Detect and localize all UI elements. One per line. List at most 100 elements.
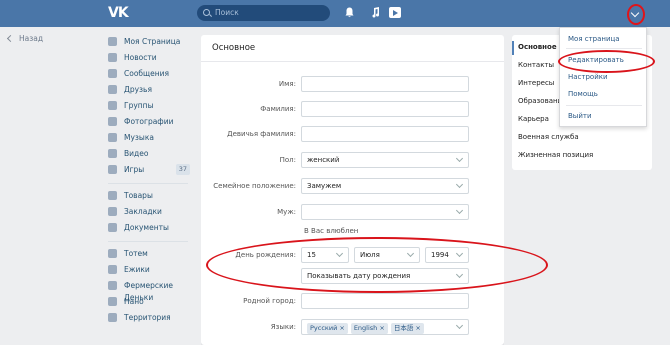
- sidebar-item-label: Группы: [124, 101, 154, 110]
- sidebar-item-groups[interactable]: Группы: [108, 100, 193, 116]
- sidebar-item-label: Закладки: [124, 207, 162, 216]
- messages-icon: [108, 69, 117, 78]
- friends-icon: [108, 85, 117, 94]
- home-icon: [108, 37, 117, 46]
- subnav-item-career[interactable]: Карьера: [518, 115, 549, 123]
- last-name-input[interactable]: [301, 101, 469, 117]
- sidebar-item-app-totem[interactable]: Тотем: [108, 248, 193, 264]
- menu-divider: [566, 105, 642, 106]
- marital-status-value: Замужем: [307, 182, 342, 190]
- vk-logo[interactable]: VK: [108, 5, 129, 21]
- sidebar-item-label: Ежики: [124, 265, 150, 274]
- sidebar-item-label: Новости: [124, 53, 157, 62]
- user-dropdown-menu: Моя страница Редактировать Настройки Пом…: [559, 27, 647, 127]
- language-tag-label: English: [353, 324, 378, 332]
- sidebar-divider: [108, 183, 188, 184]
- sidebar-item-my-page[interactable]: Моя Страница: [108, 36, 193, 52]
- music-icon[interactable]: [371, 7, 380, 22]
- marital-status-select[interactable]: Замужем: [301, 178, 469, 194]
- sidebar-item-label: Моя Страница: [124, 37, 181, 46]
- marital-status-label: Семейное положение:: [213, 182, 296, 190]
- sidebar-item-label: Нано: [124, 297, 144, 306]
- language-tag[interactable]: 日本語 ×: [390, 323, 424, 334]
- gender-select[interactable]: женский: [301, 152, 469, 168]
- subnav-item-life-position[interactable]: Жизненная позиция: [518, 151, 593, 159]
- husband-label: Муж:: [277, 208, 296, 216]
- sidebar-item-label: Сообщения: [124, 69, 170, 78]
- sidebar-item-documents[interactable]: Документы: [108, 222, 193, 238]
- sidebar-item-bookmarks[interactable]: Закладки: [108, 206, 193, 222]
- menu-divider: [566, 48, 642, 49]
- sidebar-item-app-ezhiki[interactable]: Ежики: [108, 264, 193, 280]
- menu-item-settings[interactable]: Настройки: [568, 73, 608, 81]
- menu-item-logout[interactable]: Выйти: [568, 112, 592, 120]
- sidebar-item-friends[interactable]: Друзья: [108, 84, 193, 100]
- maiden-name-input[interactable]: [301, 126, 469, 142]
- annotation-oval-birthday: [206, 237, 548, 293]
- bookmarks-icon: [108, 207, 117, 216]
- menu-item-my-page[interactable]: Моя страница: [568, 35, 620, 43]
- sidebar-item-label: Товары: [124, 191, 153, 200]
- sidebar-item-app-nano[interactable]: Нано: [108, 296, 193, 312]
- chevron-left-icon: [6, 34, 15, 43]
- sidebar-item-news[interactable]: Новости: [108, 52, 193, 68]
- music-icon: [108, 133, 117, 142]
- language-tag-label: 日本語: [393, 324, 414, 332]
- photos-icon: [108, 117, 117, 126]
- subnav-item-contacts[interactable]: Контакты: [518, 61, 554, 69]
- documents-icon: [108, 223, 117, 232]
- back-label: Назад: [19, 34, 44, 43]
- back-link[interactable]: Назад: [6, 34, 44, 43]
- games-icon: [108, 165, 117, 174]
- in-love-text: В Вас влюблен: [304, 227, 359, 235]
- bell-icon[interactable]: [345, 7, 354, 22]
- groups-icon: [108, 101, 117, 110]
- annotation-circle: [627, 4, 645, 25]
- sidebar-item-label: Фотографии: [124, 117, 174, 126]
- languages-label: Языки:: [270, 323, 296, 331]
- gender-value: женский: [307, 156, 340, 164]
- subnav-item-military[interactable]: Военная служба: [518, 133, 579, 141]
- search-input[interactable]: Поиск: [197, 5, 330, 21]
- sidebar-divider: [108, 241, 188, 242]
- app-icon: [108, 249, 117, 258]
- sidebar-item-app-territory[interactable]: Территория: [108, 312, 193, 328]
- sidebar-item-video[interactable]: Видео: [108, 148, 193, 164]
- sidebar-item-goods[interactable]: Товары: [108, 190, 193, 206]
- sidebar-item-games[interactable]: Игры 37: [108, 164, 193, 180]
- language-tag[interactable]: Русский ×: [307, 323, 348, 334]
- sidebar-item-music[interactable]: Музыка: [108, 132, 193, 148]
- sidebar-item-label: Музыка: [124, 133, 154, 142]
- app-icon: [108, 313, 117, 322]
- languages-select[interactable]: Русский × English × 日本語 ×: [301, 319, 469, 335]
- app-icon: [108, 265, 117, 274]
- first-name-input[interactable]: [301, 76, 469, 92]
- sidebar-item-label: Друзья: [124, 85, 152, 94]
- menu-item-help[interactable]: Помощь: [568, 90, 598, 98]
- sidebar-item-messages[interactable]: Сообщения: [108, 68, 193, 84]
- hometown-input[interactable]: [301, 293, 469, 309]
- sidebar-item-label: Видео: [124, 149, 149, 158]
- hometown-label: Родной город:: [243, 297, 296, 305]
- sidebar-item-label: Документы: [124, 223, 169, 232]
- subnav-item-main[interactable]: Основное: [518, 43, 557, 51]
- sidebar-item-app-farm[interactable]: Фермерские Деньки: [108, 280, 193, 302]
- search-placeholder: Поиск: [215, 8, 239, 17]
- left-sidebar: Моя Страница Новости Сообщения Друзья Гр…: [108, 36, 193, 328]
- sidebar-item-photos[interactable]: Фотографии: [108, 116, 193, 132]
- games-count-badge: 37: [175, 164, 190, 175]
- app-icon: [108, 297, 117, 306]
- user-menu-toggle[interactable]: [627, 4, 645, 25]
- active-indicator: [512, 41, 514, 55]
- husband-select[interactable]: [301, 204, 469, 220]
- card-title: Основное: [212, 43, 256, 53]
- annotation-oval-edit: [558, 50, 655, 73]
- subnav-item-interests[interactable]: Интересы: [518, 79, 554, 87]
- sidebar-item-label: Территория: [124, 313, 171, 322]
- news-icon: [108, 53, 117, 62]
- play-icon[interactable]: [389, 7, 401, 18]
- search-icon: [203, 9, 210, 16]
- edit-profile-card: Основное Имя: Фамилия: Девичья фамилия: …: [201, 35, 504, 345]
- goods-icon: [108, 191, 117, 200]
- language-tag[interactable]: English ×: [350, 323, 388, 334]
